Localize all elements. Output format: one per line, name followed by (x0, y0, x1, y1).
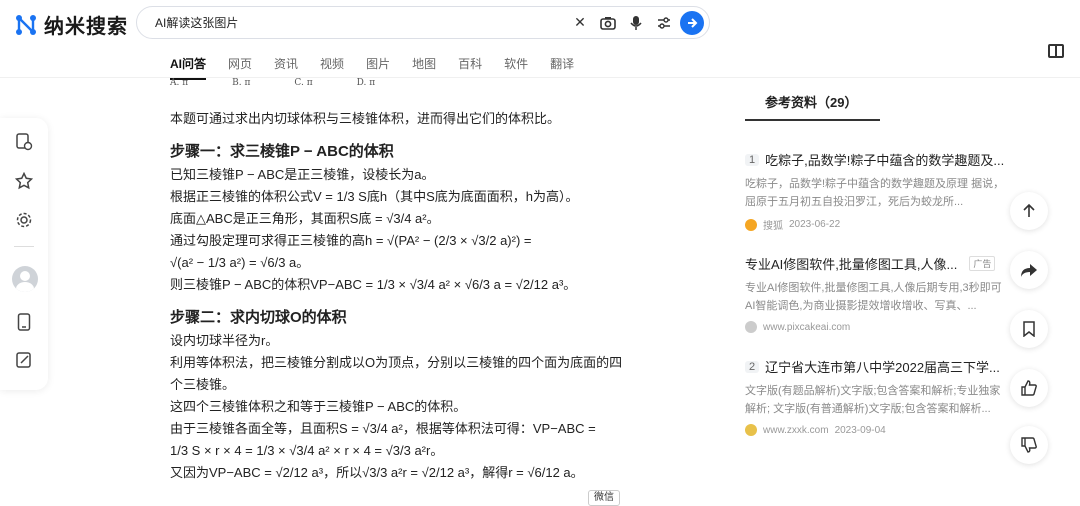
arrow-up-icon (1023, 203, 1035, 217)
step2-line: 这四个三棱锥体积之和等于三棱锥P − ABC的体积。 (170, 399, 467, 414)
step1-line: 根据正三棱锥的体积公式V = 1/3 S底h（其中S底为底面面积，h为高）。 (170, 189, 579, 204)
link-icon (745, 321, 757, 333)
star-icon[interactable] (14, 171, 34, 191)
answer-options: A. π B. π C. π D. π (170, 76, 640, 94)
share-icon (1021, 264, 1037, 277)
step1-heading: 步骤一：求三棱锥P − ABC的体积 (170, 143, 394, 160)
filter-settings-icon[interactable] (652, 11, 676, 35)
like-button[interactable] (1010, 369, 1048, 407)
reference-title[interactable]: 吃粽子,品数学!粽子中蕴含的数学趣题及... (765, 150, 1004, 169)
reference-title[interactable]: 专业AI修图软件,批量修图工具,人像... (745, 254, 957, 273)
step1-line: 通过勾股定理可求得正三棱锥的高h = √(PA² − (2/3 × √3/2 a… (170, 233, 532, 248)
step2-line: 设内切球半径为r。 (170, 333, 279, 348)
step2-line: 1/3 S × r × 4 = 1/3 × √3/4 a² × r × 4 = … (170, 443, 444, 458)
search-input[interactable] (155, 15, 568, 30)
tab-translate[interactable]: 翻译 (550, 55, 574, 72)
reference-item-ad[interactable]: 专业AI修图软件,批量修图工具,人像... 广告 专业AI修图软件,批量修图工具,… (745, 254, 1007, 333)
step2-line: 利用等体积法，把三棱锥分割成以O为顶点，分别以三棱锥的四个面为底面的四 (170, 355, 623, 370)
tab-images[interactable]: 图片 (366, 55, 390, 72)
step2-line: 又因为VP−ABC = √2/12 a³，所以√3/3 a²r = √2/12 … (170, 465, 584, 480)
thumbs-down-icon (1021, 437, 1037, 453)
reference-source: www.pixcakeai.com (763, 321, 851, 333)
reference-source: 搜狐 (763, 221, 783, 232)
share-button[interactable] (1010, 251, 1048, 289)
history-icon[interactable] (14, 132, 34, 152)
ai-answer: A. π B. π C. π D. π 本题可通过求出内切球体积与三棱锥体积，进… (170, 76, 640, 484)
tab-software[interactable]: 软件 (504, 55, 528, 72)
reference-desc: 吃粽子，品数学!粽子中蕴含的数学趣题及原理 据说，屈原于五月初五自投汨罗江，死后… (745, 178, 1005, 208)
avatar[interactable] (12, 266, 38, 292)
camera-icon[interactable] (596, 11, 620, 35)
reference-number: 1 (745, 153, 760, 166)
reference-date: 2023-09-04 (834, 424, 886, 436)
thumbs-up-icon (1021, 380, 1037, 396)
step2-line: 个三棱锥。 (170, 377, 236, 392)
divider (14, 246, 34, 247)
gear-icon[interactable] (14, 210, 34, 230)
option-c: C. π (294, 78, 313, 88)
answer-intro: 本题可通过求出内切球体积与三棱锥体积，进而得出它们的体积比。 (170, 111, 561, 126)
reference-item[interactable]: 2 辽宁省大连市第八中学2022届高三下学... 文字版(有题品解析)文字版;包含… (745, 357, 1007, 436)
step2-line: 由于三棱锥各面全等，且面积S = √3/4 a²，根据等体积法可得：VP−ABC… (170, 421, 596, 436)
search-submit-button[interactable] (680, 10, 704, 35)
zxxk-icon (745, 424, 757, 436)
wechat-tag[interactable]: 微信 (588, 490, 620, 506)
step1-line: 则三棱锥P − ABC的体积VP−ABC = 1/3 × √3/4 a² × √… (170, 277, 577, 292)
reference-item[interactable]: 1 吃粽子,品数学!粽子中蕴含的数学趣题及... 吃粽子，品数学!粽子中蕴含的数学… (745, 150, 1007, 232)
option-a: A. π (170, 78, 189, 88)
step1-line: 已知三棱锥P − ABC是正三棱锥，设棱长为a。 (170, 167, 435, 182)
tab-ai-answer[interactable]: AI问答 (170, 55, 207, 80)
clear-icon[interactable]: ✕ (568, 11, 592, 35)
reference-date: 2023-06-22 (789, 219, 841, 230)
reference-title[interactable]: 辽宁省大连市第八中学2022届高三下学... (765, 357, 1000, 376)
logo[interactable]: 纳米搜索 (14, 10, 128, 39)
microphone-icon[interactable] (624, 11, 648, 35)
step1-line: 底面△ABC是正三角形，其面积S底 = √3/4 a²。 (170, 211, 440, 226)
ad-badge: 广告 (969, 256, 996, 271)
reference-desc: 文字版(有题品解析)文字版;包含答案和解析;专业独家解析; 文字版(有普通解析)… (745, 385, 1001, 415)
reference-source: www.zxxk.com (763, 424, 829, 436)
search-tabs: AI问答 网页 资讯 视频 图片 地图 百科 软件 翻译 (170, 55, 574, 80)
left-toolbar (0, 118, 48, 390)
tab-web[interactable]: 网页 (228, 55, 252, 72)
tab-map[interactable]: 地图 (412, 55, 436, 72)
reference-number: 2 (745, 360, 760, 373)
bookmark-button[interactable] (1010, 310, 1048, 348)
step1-line: √(a² − 1/3 a²) = √6/3 a。 (170, 255, 310, 270)
mobile-icon[interactable] (14, 312, 34, 332)
tab-video[interactable]: 视频 (320, 55, 344, 72)
dislike-button[interactable] (1010, 426, 1048, 464)
scroll-up-button[interactable] (1010, 192, 1048, 230)
sohu-icon (745, 218, 757, 231)
references-title: 参考资料（29） (765, 95, 858, 110)
nano-logo-icon (16, 14, 36, 35)
arrow-right-icon (688, 17, 698, 28)
edit-note-icon[interactable] (14, 350, 34, 370)
tab-encyclopedia[interactable]: 百科 (458, 55, 482, 72)
references-underline (745, 119, 880, 121)
top-bar: 纳米搜索 ✕ AI问答 网页 资讯 视频 图片 地图 百科 软件 翻译 (0, 0, 1080, 80)
option-d: D. π (356, 78, 376, 88)
app-name: 纳米搜索 (44, 16, 128, 38)
bookmark-icon (1023, 321, 1035, 337)
step2-heading: 步骤二：求内切球O的体积 (170, 309, 347, 326)
tab-news[interactable]: 资讯 (274, 55, 298, 72)
reference-desc: 专业AI修图软件,批量修图工具,人像后期专用,3秒即可AI智能调色,为商业摄影提… (745, 282, 1002, 312)
sidebar-toggle-icon[interactable] (1048, 44, 1064, 58)
search-box[interactable]: ✕ (136, 6, 710, 39)
option-b: B. π (232, 78, 251, 88)
